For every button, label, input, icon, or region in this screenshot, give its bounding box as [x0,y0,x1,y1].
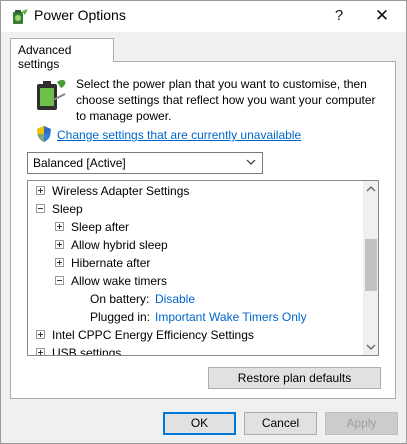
expand-icon[interactable] [55,240,64,249]
close-button[interactable]: ✕ [369,4,395,28]
expand-icon[interactable] [55,258,64,267]
scroll-down-icon[interactable] [363,339,378,355]
window-title: Power Options [34,7,126,23]
collapse-icon[interactable] [55,276,64,285]
advanced-settings-panel: Select the power plan that you want to c… [10,61,396,399]
on-battery-value[interactable]: Disable [155,290,195,308]
scrollbar-thumb[interactable] [365,239,377,291]
expand-icon[interactable] [55,222,64,231]
restore-plan-defaults-button[interactable]: Restore plan defaults [208,367,381,389]
intro-text: Select the power plan that you want to c… [76,77,376,123]
battery-plan-icon [31,74,71,114]
change-unavailable-settings-link[interactable]: Change settings that are currently unava… [57,128,301,142]
tab-advanced-settings[interactable]: Advanced settings [10,38,114,71]
expand-icon[interactable] [36,186,45,195]
apply-button[interactable]: Apply [325,412,398,435]
plugged-in-value[interactable]: Important Wake Timers Only [155,308,307,326]
vertical-scrollbar[interactable] [363,181,378,355]
power-plan-select[interactable]: Balanced [Active] [27,152,263,174]
expand-icon[interactable] [36,348,45,355]
help-button[interactable]: ? [327,4,351,28]
expand-icon[interactable] [36,330,45,339]
cancel-button[interactable]: Cancel [244,412,317,435]
collapse-icon[interactable] [36,204,45,213]
ok-button[interactable]: OK [163,412,236,435]
uac-shield-icon [35,125,53,143]
scroll-up-icon[interactable] [363,181,378,197]
title-bar[interactable]: Power Options ? ✕ [1,1,406,32]
chevron-down-icon [246,156,256,168]
power-options-icon [11,8,29,26]
power-plan-value: Balanced [Active] [33,156,126,170]
settings-tree: Wireless Adapter Settings Sleep Sleep af… [27,180,379,356]
power-options-dialog: Power Options ? ✕ Advanced settings Sele… [0,0,407,444]
